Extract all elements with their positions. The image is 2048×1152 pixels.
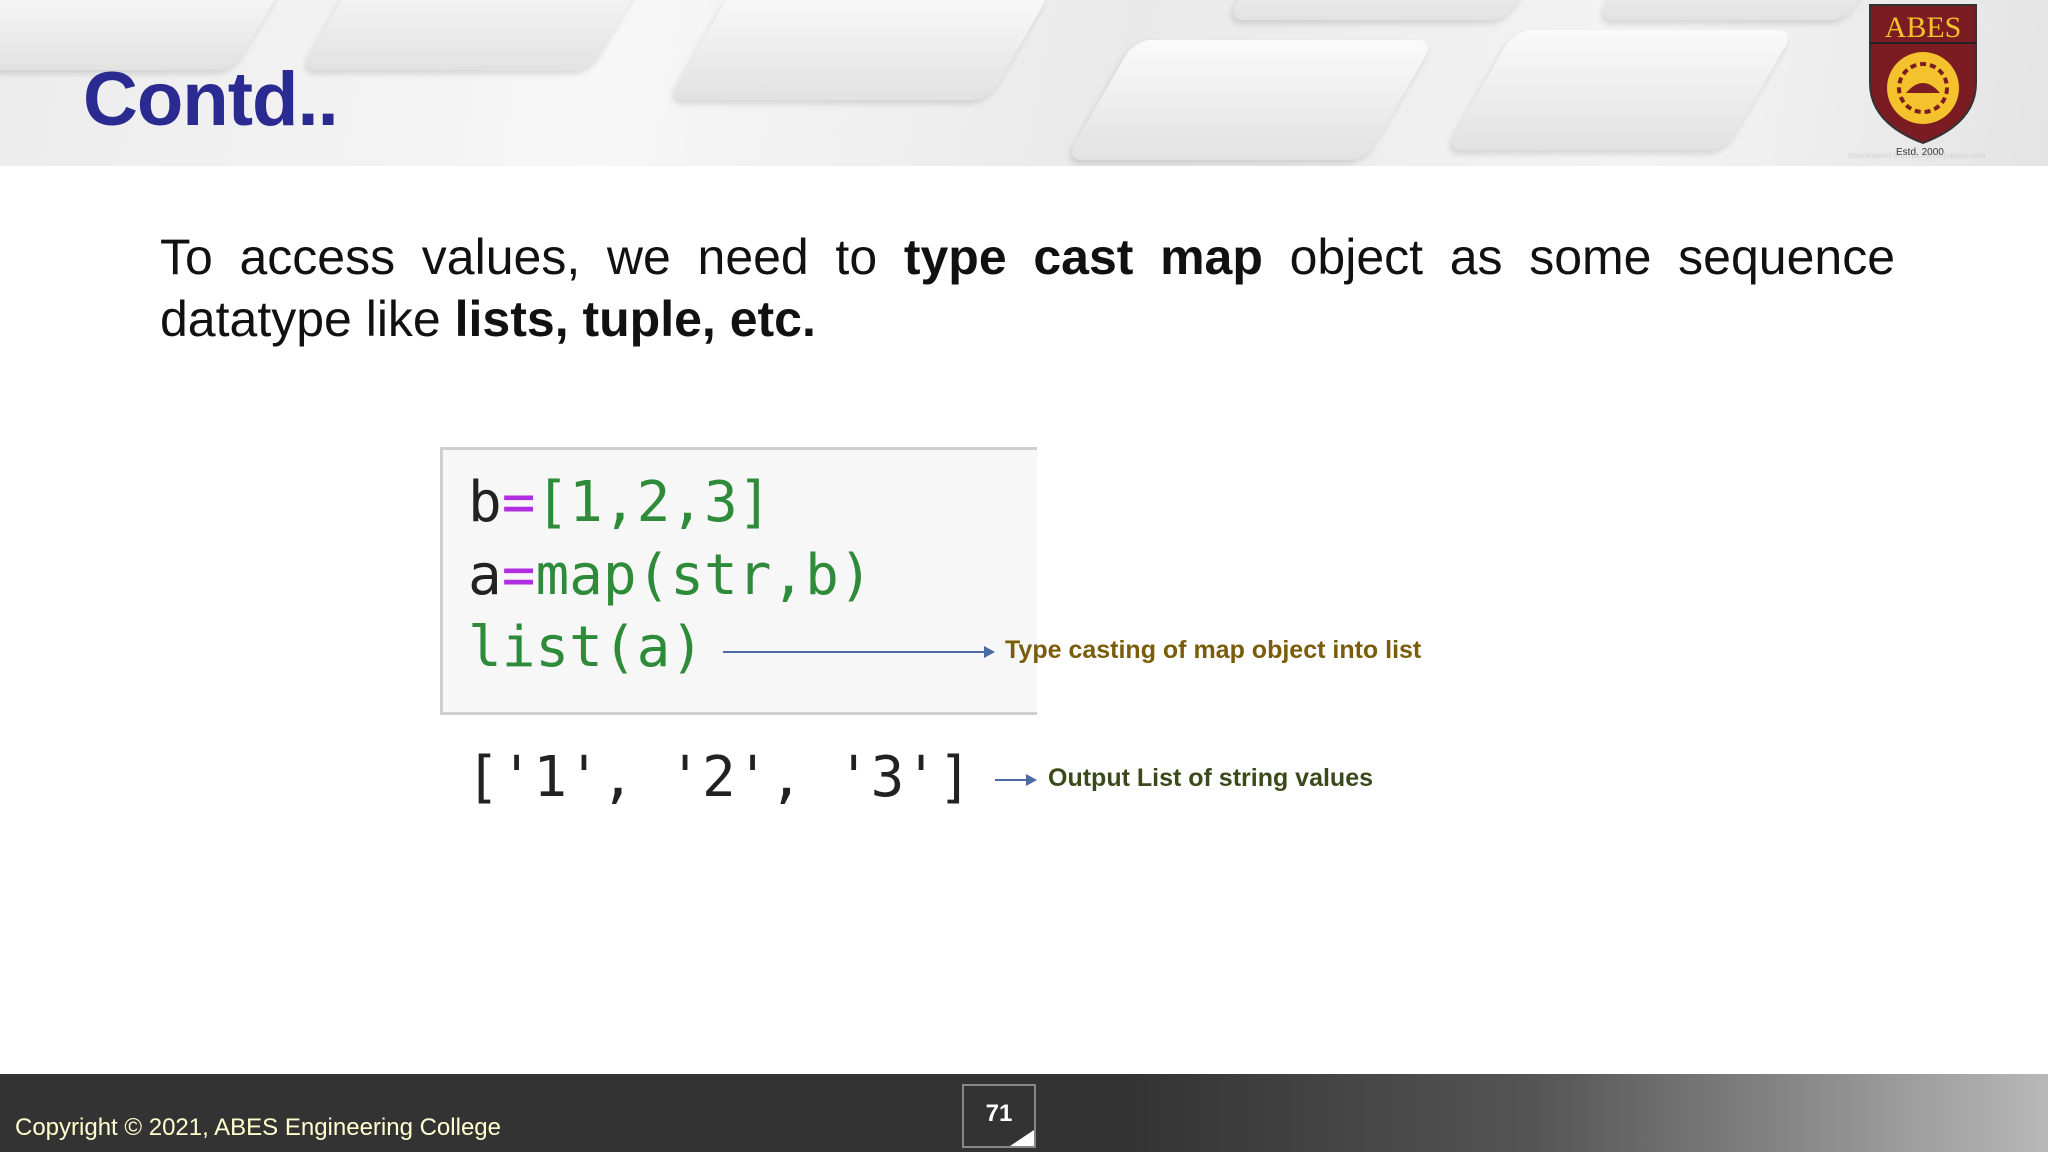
abes-logo-icon: ABES [1869, 4, 1977, 145]
arrow-icon [995, 774, 1037, 786]
code-line: a=map(str,b) [468, 543, 873, 608]
text-segment: To access values, we need to [160, 229, 904, 285]
code-line: b=[1,2,3] [468, 470, 772, 535]
page-number-badge: 71 [962, 1084, 1036, 1148]
keyboard-key-decoration [1445, 30, 1795, 150]
page-number: 71 [985, 1100, 1013, 1127]
header-banner: Contd.. ABES Estd. 2000 downloaded from … [0, 0, 2048, 166]
body-paragraph: To access values, we need to type cast m… [160, 226, 1895, 350]
keyboard-key-decoration [668, 0, 1052, 100]
copyright-text: Copyright © 2021, ABES Engineering Colle… [15, 1114, 501, 1141]
keyboard-key-decoration [1226, 0, 1554, 20]
slide-title: Contd.. [83, 57, 339, 142]
keyboard-key-decoration [1596, 0, 1894, 20]
keyboard-key-decoration [301, 0, 649, 70]
bold-text: type cast map [903, 229, 1263, 285]
annotation-output: Output List of string values [1048, 764, 1374, 792]
keyboard-key-decoration [1065, 40, 1435, 160]
svg-text:ABES: ABES [1885, 11, 1962, 44]
annotation-cast: Type casting of map object into list [1005, 636, 1422, 664]
watermark: downloaded from pickywallpapers.com [1848, 151, 1986, 160]
code-output: ['1', '2', '3'] [466, 745, 972, 810]
code-line: list(a) [468, 615, 705, 680]
arrow-icon [723, 646, 995, 658]
footer: Copyright © 2021, ABES Engineering Colle… [0, 1074, 2048, 1152]
bold-text: lists, tuple, etc. [454, 291, 816, 347]
page-fold-icon [1010, 1130, 1034, 1146]
